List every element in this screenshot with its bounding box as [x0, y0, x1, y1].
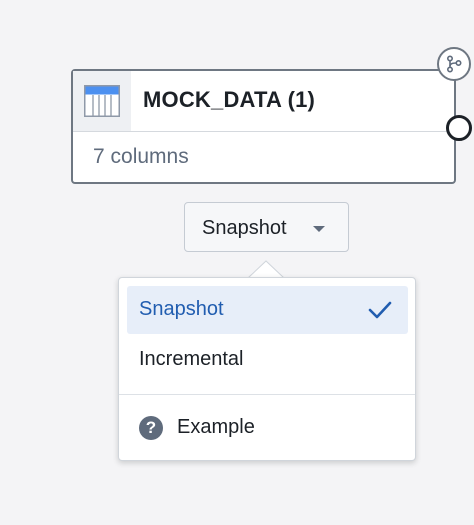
menu-item-example[interactable]: ? Example [127, 404, 408, 452]
help-icon: ? [139, 416, 163, 440]
node-header: MOCK_DATA (1) [73, 71, 454, 132]
branch-icon[interactable] [437, 47, 471, 81]
mode-dropdown-menu: Snapshot Incremental ? Example [118, 277, 416, 461]
menu-item-label: Snapshot [139, 298, 224, 320]
dataset-node[interactable]: MOCK_DATA (1) 7 columns [71, 69, 456, 184]
check-icon [368, 301, 392, 319]
node-column-count: 7 columns [93, 145, 189, 168]
table-icon [73, 71, 131, 131]
popover-arrow [248, 260, 284, 278]
mode-select-value: Snapshot [202, 217, 287, 239]
menu-item-label: Incremental [139, 348, 244, 370]
menu-item-snapshot[interactable]: Snapshot [127, 286, 408, 334]
caret-down-icon [313, 226, 325, 232]
menu-item-label: Example [177, 416, 255, 438]
node-title: MOCK_DATA (1) [143, 87, 316, 112]
mode-select-button[interactable]: Snapshot [184, 202, 349, 252]
output-port[interactable] [446, 115, 472, 141]
menu-item-incremental[interactable]: Incremental [127, 336, 408, 384]
menu-divider [119, 394, 415, 395]
